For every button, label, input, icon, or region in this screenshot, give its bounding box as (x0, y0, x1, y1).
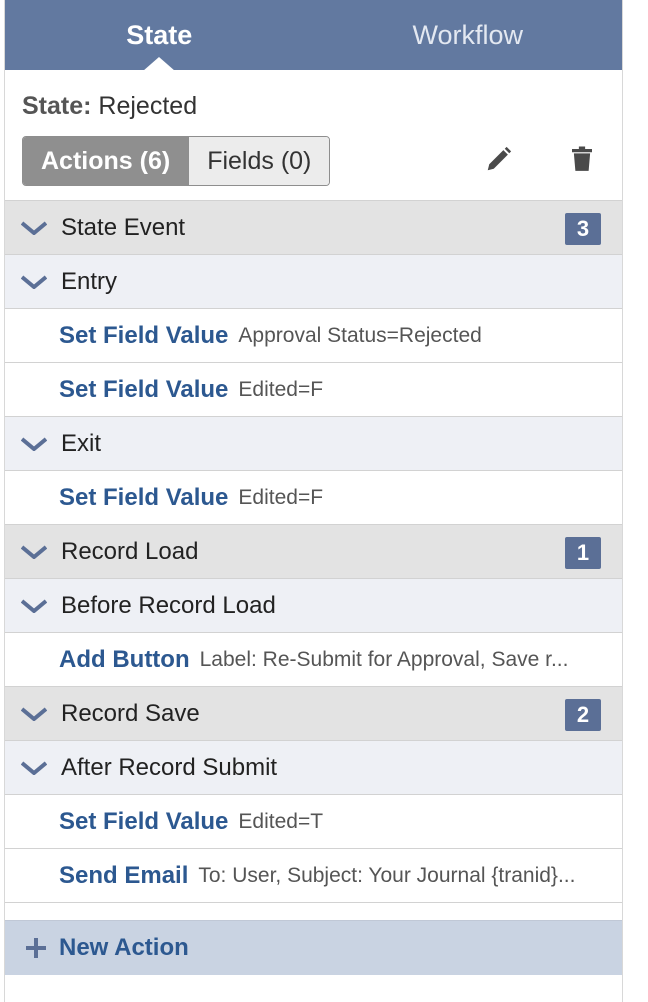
action-description: Edited=F (238, 485, 324, 509)
group-label: State Event (61, 213, 186, 241)
group-label: Record Load (61, 537, 199, 565)
action-row: Set Field Value Edited=F (5, 470, 622, 524)
state-toolbar: Actions (6) Fields (0) (5, 124, 622, 200)
action-link[interactable]: Send Email (59, 862, 188, 890)
subgroup-label: Before Record Load (61, 591, 276, 619)
subgroup-label: Exit (61, 429, 102, 457)
new-action-label: New Action (59, 934, 189, 961)
trash-icon[interactable] (567, 144, 597, 174)
group-state-event[interactable]: State Event 3 (5, 200, 622, 254)
panel-header: State Workflow (5, 0, 623, 71)
action-description: Edited=F (238, 377, 324, 401)
chevron-down-icon (21, 596, 49, 616)
action-row: Send Email To: User, Subject: Your Journ… (5, 848, 622, 902)
action-link[interactable]: Add Button (59, 646, 190, 674)
chevron-down-icon (21, 272, 49, 292)
group-label: Record Save (61, 699, 200, 727)
subgroup-exit[interactable]: Exit (5, 416, 622, 470)
plus-icon (26, 938, 46, 958)
subgroup-label: Entry (61, 267, 118, 295)
subgroup-label: After Record Submit (61, 753, 278, 781)
pencil-icon[interactable] (484, 144, 514, 174)
action-description: Edited=T (238, 809, 324, 833)
state-title: State: Rejected (5, 70, 622, 124)
action-row: Set Field Value Edited=F (5, 362, 622, 416)
chevron-down-icon (21, 704, 49, 724)
list-end-divider (5, 902, 622, 920)
tab-state-label: State (126, 19, 193, 50)
tab-workflow[interactable]: Workflow (314, 0, 623, 70)
tab-workflow-label: Workflow (412, 19, 524, 50)
actions-fields-toggle: Actions (6) Fields (0) (22, 136, 331, 186)
tab-state[interactable]: State (5, 0, 314, 71)
action-link[interactable]: Set Field Value (59, 322, 228, 350)
chevron-down-icon (21, 542, 49, 562)
active-tab-caret (143, 57, 176, 71)
action-link[interactable]: Set Field Value (59, 484, 228, 512)
group-record-save[interactable]: Record Save 2 (5, 686, 622, 740)
action-link[interactable]: Set Field Value (59, 376, 228, 404)
action-description: To: User, Subject: Your Journal {tranid}… (198, 863, 576, 887)
new-action-button[interactable]: New Action (5, 920, 622, 975)
chevron-down-icon (21, 218, 49, 238)
actions-tab-button[interactable]: Actions (6) (23, 137, 189, 185)
action-description: Label: Re-Submit for Approval, Save r... (199, 647, 569, 671)
count-badge: 2 (565, 699, 601, 731)
action-row: Set Field Value Approval Status=Rejected (5, 308, 622, 362)
subgroup-after-record-submit[interactable]: After Record Submit (5, 740, 622, 794)
workflow-side-panel: State Workflow State: Rejected Actions (… (4, 0, 623, 1002)
chevron-down-icon (21, 434, 49, 454)
subgroup-before-record-load[interactable]: Before Record Load (5, 578, 622, 632)
group-record-load[interactable]: Record Load 1 (5, 524, 622, 578)
action-description: Approval Status=Rejected (238, 323, 482, 347)
subgroup-entry[interactable]: Entry (5, 254, 622, 308)
count-badge: 3 (565, 213, 601, 245)
action-row: Set Field Value Edited=T (5, 794, 622, 848)
action-link[interactable]: Set Field Value (59, 808, 228, 836)
action-row: Add Button Label: Re-Submit for Approval… (5, 632, 622, 686)
fields-tab-button[interactable]: Fields (0) (188, 137, 330, 185)
state-value: Rejected (98, 92, 198, 120)
state-label: State: (22, 92, 92, 120)
count-badge: 1 (565, 537, 601, 569)
chevron-down-icon (21, 758, 49, 778)
